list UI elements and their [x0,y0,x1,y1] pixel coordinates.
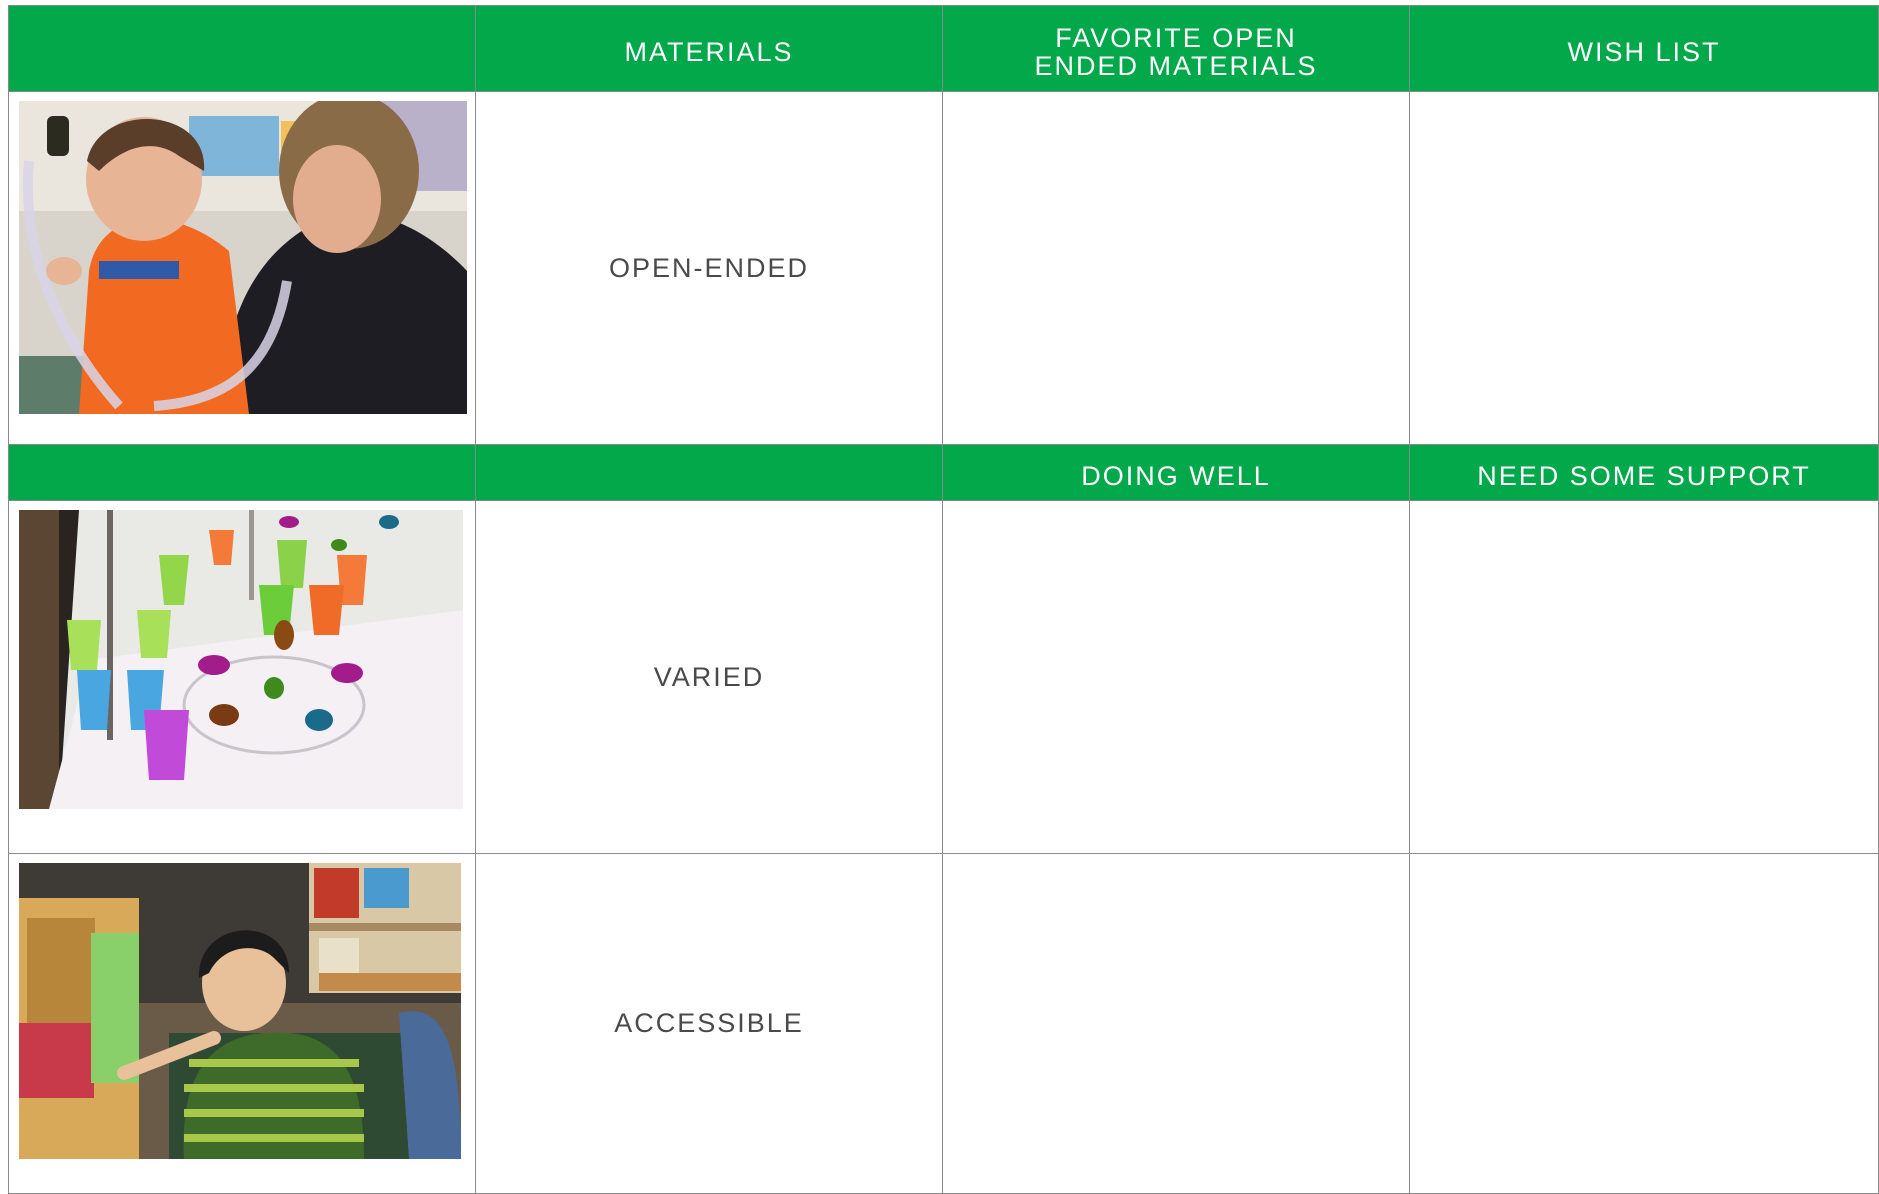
need-support-cell-varied[interactable] [1409,500,1879,854]
header-favorite-open-ended-materials: FAVORITE OPEN ENDED MATERIALS [942,5,1410,92]
row-label-open-ended: OPEN-ENDED [475,91,943,445]
table-row-open-ended: OPEN-ENDED [8,91,1879,445]
row-label-accessible: ACCESSIBLE [475,853,943,1194]
header-wish-list: WISH LIST [1409,5,1879,92]
header-need-some-support: NEED SOME SUPPORT [1409,444,1879,501]
photo-cell-varied [8,500,476,854]
header-doing-well: DOING WELL [942,444,1410,501]
header-materials: MATERIALS [475,5,943,92]
wish-list-cell-open-ended[interactable] [1409,91,1879,445]
photo-child-shelf-classroom [19,863,461,1159]
header-row-materials: MATERIALS FAVORITE OPEN ENDED MATERIALS … [8,5,1879,92]
favorite-materials-cell-open-ended[interactable] [942,91,1410,445]
header-cell-blank [8,5,476,92]
table-row-accessible: ACCESSIBLE [8,853,1879,1194]
need-support-cell-accessible[interactable] [1409,853,1879,1194]
doing-well-cell-varied[interactable] [942,500,1410,854]
doing-well-cell-accessible[interactable] [942,853,1410,1194]
photo-cell-open-ended [8,91,476,445]
photo-cell-accessible [8,853,476,1194]
photo-colored-cups-light-table [19,510,463,809]
materials-planning-table: MATERIALS FAVORITE OPEN ENDED MATERIALS … [8,5,1879,1194]
header-row-status: DOING WELL NEED SOME SUPPORT [8,444,1879,501]
table-row-varied: VARIED [8,500,1879,854]
header-cell-blank [8,444,476,501]
header-cell-blank [475,444,943,501]
row-label-varied: VARIED [475,500,943,854]
photo-adult-child-tube [19,101,467,414]
